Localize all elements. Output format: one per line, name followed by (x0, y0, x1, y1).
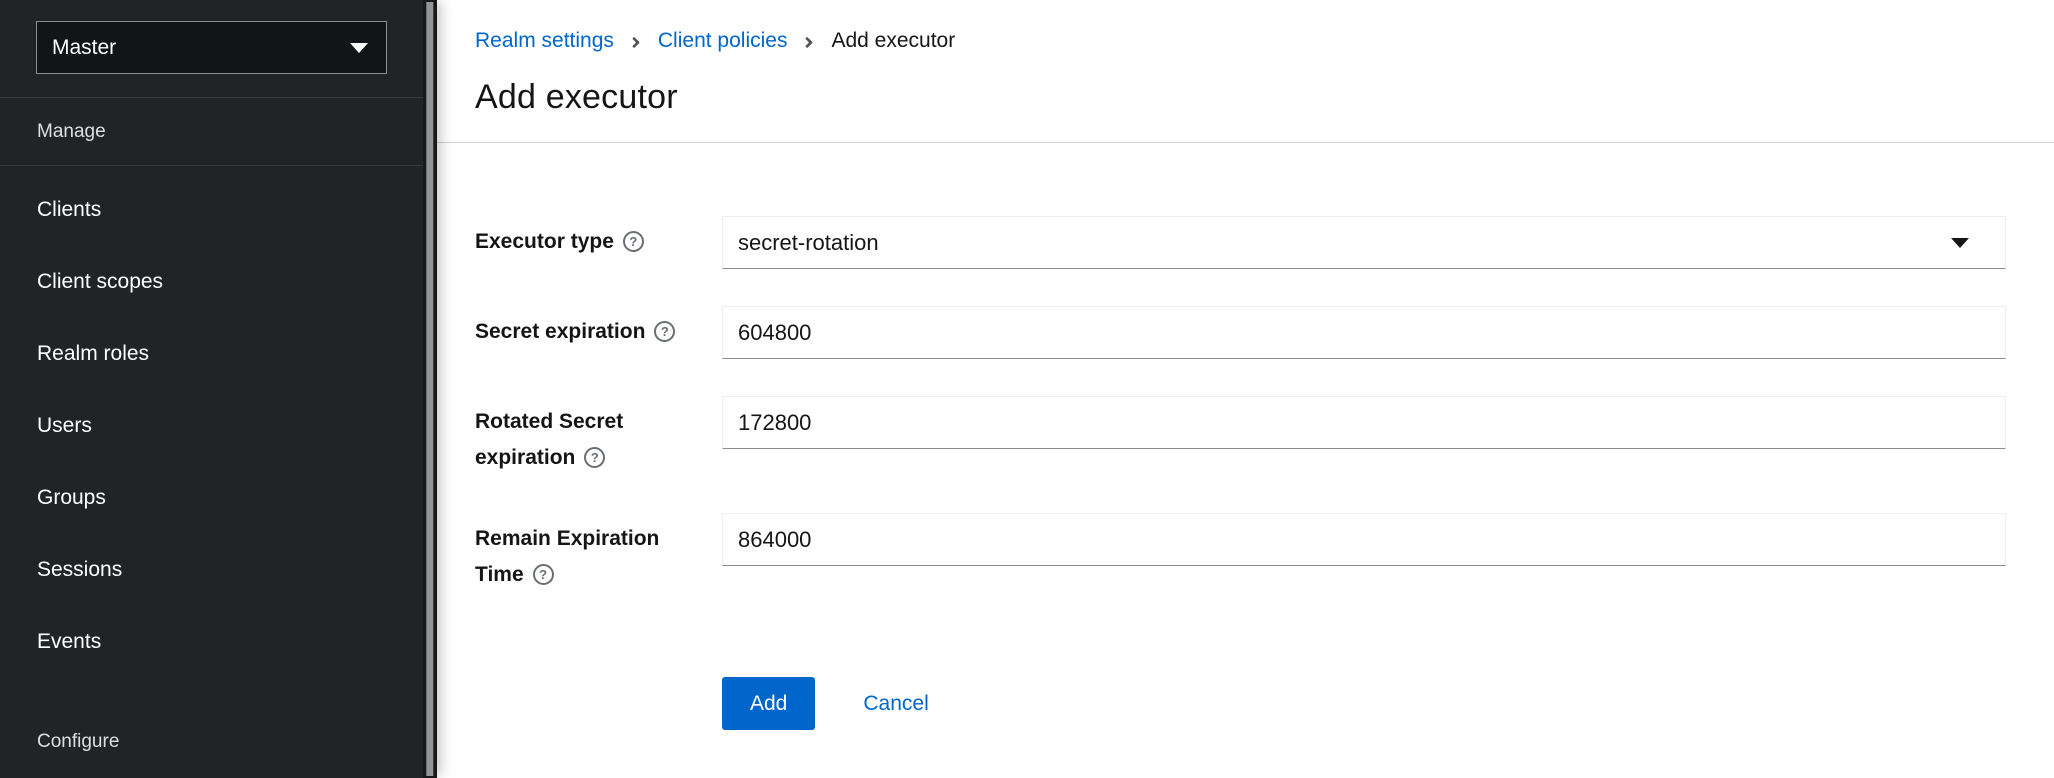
sidebar-item-realm-roles[interactable]: Realm roles (0, 318, 423, 390)
secret-expiration-label-text: Secret expiration (475, 320, 645, 343)
form-actions: Add Cancel (722, 677, 2006, 730)
add-button[interactable]: Add (722, 677, 815, 730)
page-title: Add executor (475, 78, 2054, 117)
form-row-executor-type: Executor type secret-rotation (475, 216, 2006, 269)
add-executor-form: Executor type secret-rotation Secret exp… (437, 143, 2054, 730)
nav-section-configure: Configure (0, 708, 423, 776)
executor-type-select[interactable]: secret-rotation (722, 216, 2006, 269)
rotated-secret-expiration-input[interactable] (722, 396, 2006, 449)
question-circle-icon[interactable] (623, 231, 644, 252)
angle-right-icon (629, 34, 643, 51)
sidebar-item-groups[interactable]: Groups (0, 462, 423, 534)
executor-type-label-text: Executor type (475, 230, 614, 253)
realm-selector-label: Master (52, 36, 116, 60)
sidebar-scrollbar[interactable] (423, 0, 437, 778)
cancel-button[interactable]: Cancel (863, 692, 928, 716)
nav-section-manage-label: Manage (37, 121, 106, 143)
rotated-secret-expiration-control (722, 396, 2006, 476)
sidebar-item-users[interactable]: Users (0, 390, 423, 462)
executor-type-select-value: secret-rotation (738, 230, 879, 256)
breadcrumb-realm-settings[interactable]: Realm settings (475, 29, 614, 53)
nav-section-manage: Manage (0, 98, 423, 166)
question-circle-icon[interactable] (584, 447, 605, 468)
remain-expiration-time-input[interactable] (722, 513, 2006, 566)
question-circle-icon[interactable] (533, 564, 554, 585)
sidebar-item-sessions[interactable]: Sessions (0, 534, 423, 606)
app-root: Master Manage Clients Client scopes Real… (0, 0, 2054, 778)
question-circle-icon[interactable] (654, 321, 675, 342)
secret-expiration-input[interactable] (722, 306, 2006, 359)
sidebar: Master Manage Clients Client scopes Real… (0, 0, 437, 778)
main-content: Realm settings Client policies Add execu… (437, 0, 2054, 778)
secret-expiration-control (722, 306, 2006, 359)
breadcrumb-client-policies[interactable]: Client policies (658, 29, 788, 53)
secret-expiration-label: Secret expiration (475, 306, 722, 359)
nav-list: Clients Client scopes Realm roles Users … (0, 166, 423, 678)
form-row-rotated-secret-expiration: Rotated Secret expiration (475, 396, 2006, 476)
form-row-secret-expiration: Secret expiration (475, 306, 2006, 359)
remain-expiration-time-control (722, 513, 2006, 593)
form-row-remain-expiration-time: Remain Expiration Time (475, 513, 2006, 593)
rotated-secret-expiration-label: Rotated Secret expiration (475, 396, 722, 476)
sidebar-scrollbar-thumb[interactable] (426, 2, 434, 776)
remain-expiration-time-label-text: Remain Expiration Time (475, 527, 659, 586)
sidebar-nav: Master Manage Clients Client scopes Real… (0, 0, 423, 778)
sidebar-item-clients[interactable]: Clients (0, 174, 423, 246)
breadcrumb: Realm settings Client policies Add execu… (437, 0, 2054, 53)
breadcrumb-current: Add executor (831, 29, 955, 53)
caret-down-icon (1951, 238, 1969, 248)
remain-expiration-time-label: Remain Expiration Time (475, 513, 722, 593)
angle-right-icon (802, 34, 816, 51)
realm-selector[interactable]: Master (36, 21, 387, 74)
sidebar-item-client-scopes[interactable]: Client scopes (0, 246, 423, 318)
nav-section-configure-label: Configure (37, 731, 119, 753)
executor-type-control: secret-rotation (722, 216, 2006, 269)
executor-type-label: Executor type (475, 216, 722, 269)
caret-down-icon (350, 43, 368, 53)
sidebar-item-events[interactable]: Events (0, 606, 423, 678)
